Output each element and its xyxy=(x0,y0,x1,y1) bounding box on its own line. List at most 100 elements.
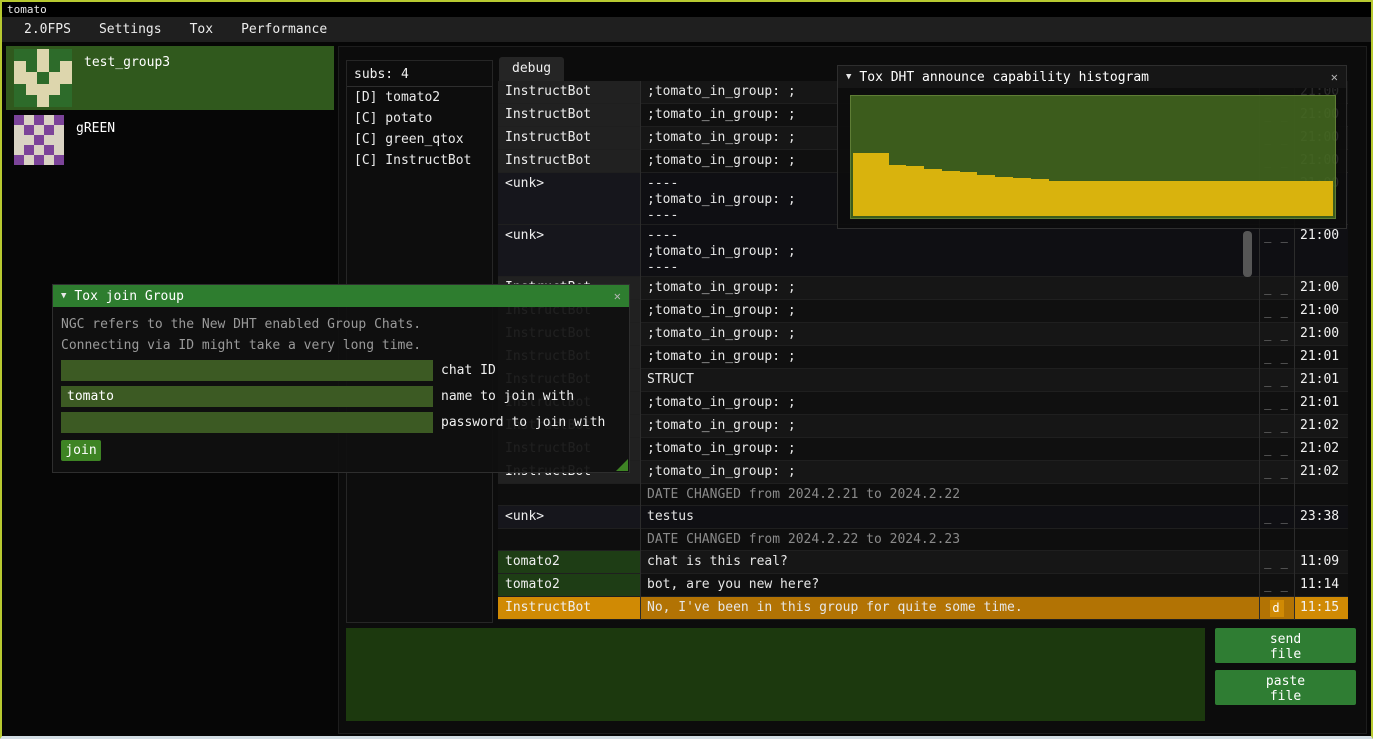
chat-scrollbar-thumb[interactable] xyxy=(1243,231,1252,277)
histogram-bar xyxy=(1262,181,1280,216)
join-info-line: NGC refers to the New DHT enabled Group … xyxy=(61,315,629,334)
message-row[interactable]: <unk>----;tomato_in_group: ;----_ _21:00 xyxy=(498,225,1348,277)
menu-item-performance[interactable]: Performance xyxy=(227,17,341,42)
contact-test_group3[interactable]: test_group3 xyxy=(6,46,334,110)
tab-debug[interactable]: debug xyxy=(499,57,564,81)
message-time: 21:01 xyxy=(1294,346,1348,368)
join-window-titlebar[interactable]: ▼ Tox join Group ✕ xyxy=(53,285,629,307)
sender-name: tomato2 xyxy=(498,574,640,596)
message-flags: d xyxy=(1259,597,1294,619)
message-flags: _ _ xyxy=(1259,300,1294,322)
column-separator xyxy=(640,81,641,620)
collapse-arrow-icon[interactable]: ▼ xyxy=(846,72,851,82)
histogram-bar xyxy=(1031,179,1049,216)
join-info-line: Connecting via ID might take a very long… xyxy=(61,336,629,355)
os-titlebar[interactable]: tomato xyxy=(2,2,1371,17)
resize-grip[interactable] xyxy=(616,459,628,471)
histogram-window-titlebar[interactable]: ▼ Tox DHT announce capability histogram … xyxy=(838,66,1346,88)
message-flags: _ _ xyxy=(1259,369,1294,391)
contact-list: test_group3gREEN xyxy=(6,46,334,178)
message-text: chat is this real? xyxy=(640,551,1259,573)
join-window-title: Tox join Group xyxy=(74,289,605,304)
message-row[interactable]: tomato2bot, are you new here?_ _11:14 xyxy=(498,574,1348,597)
menubar: 2.0FPSSettingsToxPerformance xyxy=(2,17,1371,42)
histogram-bar xyxy=(1226,181,1244,216)
histogram-bar xyxy=(960,172,978,216)
message-row[interactable]: tomato2chat is this real?_ _11:09 xyxy=(498,551,1348,574)
histogram-bar xyxy=(1013,178,1031,216)
message-flags: _ _ xyxy=(1259,225,1294,276)
message-flags: _ _ xyxy=(1259,392,1294,414)
histogram-bar xyxy=(889,165,907,216)
date-separator-text: DATE CHANGED from 2024.2.22 to 2024.2.23 xyxy=(640,529,1348,550)
paste-file-label-line2: file xyxy=(1215,689,1356,704)
subs-member[interactable]: [D] tomato2 xyxy=(347,87,492,108)
sender-name: <unk> xyxy=(498,506,640,528)
message-flags: _ _ xyxy=(1259,506,1294,528)
sender-name: <unk> xyxy=(498,225,640,276)
message-time: 21:02 xyxy=(1294,415,1348,437)
collapse-arrow-icon[interactable]: ▼ xyxy=(61,291,66,301)
subs-member[interactable]: [C] potato xyxy=(347,108,492,129)
send-file-label-line1: send xyxy=(1215,632,1356,647)
menu-item-tox[interactable]: Tox xyxy=(176,17,227,42)
contact-green[interactable]: gREEN xyxy=(6,112,334,176)
message-text: STRUCT xyxy=(640,369,1259,391)
sender-name xyxy=(498,484,640,505)
paste-file-button[interactable]: paste file xyxy=(1215,670,1356,705)
join-password-label: password to join with xyxy=(441,415,605,430)
message-text: ;tomato_in_group: ; xyxy=(640,392,1259,414)
sender-name: InstructBot xyxy=(498,104,640,126)
histogram-bar xyxy=(1102,181,1120,216)
menu-item-settings[interactable]: Settings xyxy=(85,17,176,42)
message-time: 11:09 xyxy=(1294,551,1348,573)
histogram-window-title: Tox DHT announce capability histogram xyxy=(859,70,1322,85)
date-separator: DATE CHANGED from 2024.2.22 to 2024.2.23 xyxy=(498,529,1348,551)
contact-name: gREEN xyxy=(76,112,115,136)
dht-histogram-plot xyxy=(850,95,1336,219)
histogram-bar xyxy=(1244,181,1262,216)
histogram-bar xyxy=(1191,181,1209,216)
subs-member[interactable]: [C] InstructBot xyxy=(347,150,492,171)
message-time: 21:01 xyxy=(1294,369,1348,391)
message-flags: _ _ xyxy=(1259,574,1294,596)
chat-id-input[interactable] xyxy=(61,360,433,381)
histogram-bar xyxy=(1066,181,1084,216)
histogram-bar xyxy=(924,169,942,216)
histogram-bar xyxy=(1049,181,1067,216)
message-time: 21:00 xyxy=(1294,323,1348,345)
join-button[interactable]: join xyxy=(61,440,101,461)
message-row[interactable]: InstructBotNo, I've been in this group f… xyxy=(498,597,1348,620)
histogram-close-icon[interactable]: ✕ xyxy=(1323,70,1338,84)
message-text: bot, are you new here? xyxy=(640,574,1259,596)
join-close-icon[interactable]: ✕ xyxy=(606,289,621,303)
message-text: ----;tomato_in_group: ;---- xyxy=(640,225,1259,276)
message-time: 21:01 xyxy=(1294,392,1348,414)
message-input[interactable] xyxy=(346,628,1205,721)
histogram-bar xyxy=(871,153,889,216)
message-row[interactable]: <unk>testus_ _23:38 xyxy=(498,506,1348,529)
message-text: ;tomato_in_group: ; xyxy=(640,346,1259,368)
menu-item-2-0fps: 2.0FPS xyxy=(10,17,85,42)
histogram-bar xyxy=(906,166,924,216)
join-name-input[interactable] xyxy=(61,386,433,407)
send-file-button[interactable]: send file xyxy=(1215,628,1356,663)
histogram-bar xyxy=(1315,181,1333,216)
histogram-bar xyxy=(853,153,871,216)
histogram-bar xyxy=(1209,181,1227,216)
message-text: No, I've been in this group for quite so… xyxy=(640,597,1259,619)
avatar xyxy=(14,49,72,107)
sender-name: InstructBot xyxy=(498,127,640,149)
window-title: tomato xyxy=(7,3,47,16)
message-flags: _ _ xyxy=(1259,438,1294,460)
join-password-input[interactable] xyxy=(61,412,433,433)
message-flags: _ _ xyxy=(1259,346,1294,368)
sender-name: tomato2 xyxy=(498,551,640,573)
message-flags: _ _ xyxy=(1259,551,1294,573)
subs-member[interactable]: [C] green_qtox xyxy=(347,129,492,150)
histogram-bar xyxy=(977,175,995,216)
join-name-label: name to join with xyxy=(441,389,574,404)
histogram-bar xyxy=(1120,181,1138,216)
app-window: tomato 2.0FPSSettingsToxPerformance test… xyxy=(0,0,1373,739)
histogram-bar xyxy=(1155,181,1173,216)
